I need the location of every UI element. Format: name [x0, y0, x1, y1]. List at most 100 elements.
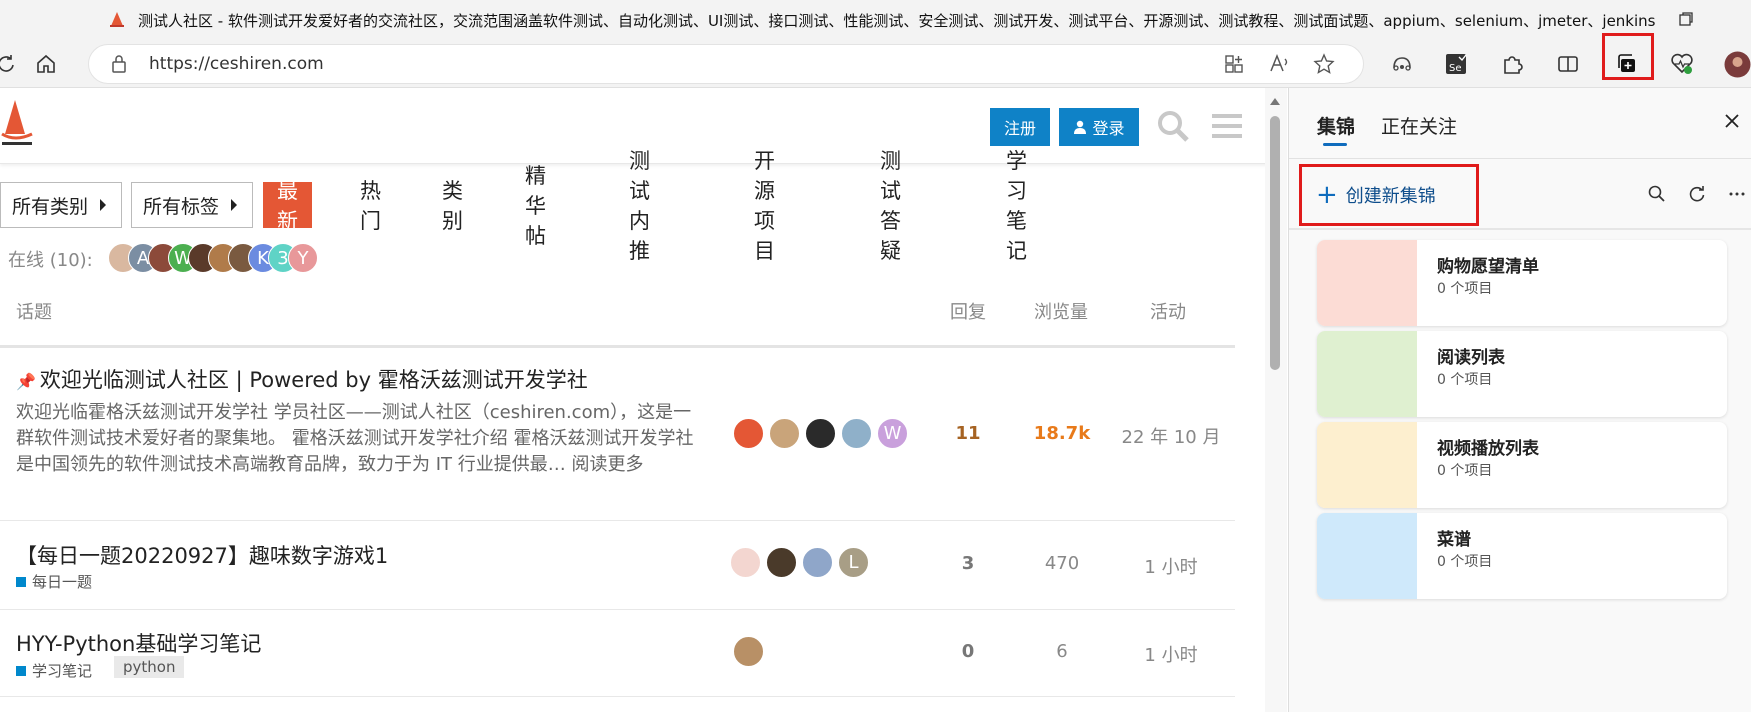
all-tags-dropdown[interactable]: 所有标签: [131, 182, 253, 228]
topic-activity[interactable]: 1 小时: [1116, 641, 1226, 667]
poster-avatar[interactable]: [766, 547, 797, 578]
category-label[interactable]: 每日一题: [32, 571, 92, 592]
topic-category[interactable]: 每日一题: [16, 571, 92, 592]
tab-collections[interactable]: 集锦: [1317, 112, 1355, 139]
window-titlebar: 测试人社区 - 软件测试开发爱好者的交流社区，交流范围涵盖软件测试、自动化测试、…: [0, 0, 1751, 40]
topic-replies[interactable]: 3: [938, 553, 998, 574]
extensions-puzzle-icon[interactable]: [1500, 52, 1524, 76]
restore-window-icon[interactable]: [1677, 10, 1695, 28]
topic-title[interactable]: HYY-Python基础学习笔记: [16, 628, 261, 658]
category-label[interactable]: 学习笔记: [32, 660, 92, 681]
topic-tag[interactable]: python: [114, 656, 185, 678]
avatar[interactable]: Y: [288, 243, 318, 273]
scroll-up-arrow-icon[interactable]: [1270, 98, 1280, 105]
panel-divider: [1289, 228, 1751, 230]
topic-excerpt[interactable]: 欢迎光临霍格沃兹测试开发学社 学员社区——测试人社区（ceshiren.com）…: [16, 400, 696, 478]
register-button[interactable]: 注册: [990, 108, 1050, 146]
create-collection-button[interactable]: + 创建新集锦: [1299, 164, 1479, 226]
tab-latest[interactable]: 最新: [263, 179, 312, 233]
poster-avatar[interactable]: L: [838, 547, 869, 578]
hamburger-menu-icon[interactable]: [1212, 112, 1242, 140]
pin-icon: 📌: [16, 372, 36, 391]
more-options-icon[interactable]: [1727, 184, 1747, 204]
topic-posters: W: [733, 418, 908, 449]
tab-qa[interactable]: 测试答疑: [880, 149, 901, 263]
topic-activity[interactable]: 1 小时: [1116, 553, 1226, 579]
create-collection-label: 创建新集锦: [1345, 186, 1436, 207]
browser-toolbar: https://ceshiren.com Se: [0, 40, 1751, 88]
caret-right-icon: [231, 199, 238, 211]
topic-title[interactable]: 📌 欢迎光临测试人社区 | Powered by 霍格沃兹测试开发学社: [16, 364, 588, 394]
tab-job-referrals[interactable]: 测试内推: [629, 149, 650, 263]
topic-replies[interactable]: 11: [938, 423, 998, 444]
site-favicon-icon: [110, 12, 124, 27]
tab-open-source[interactable]: 开源项目: [754, 149, 775, 263]
home-icon[interactable]: [34, 52, 58, 76]
collection-item-count: 0 个项目: [1437, 554, 1493, 570]
topic-replies[interactable]: 0: [938, 641, 998, 662]
topic-activity[interactable]: 22 年 10 月: [1116, 423, 1226, 449]
collection-title: 视频播放列表: [1437, 439, 1539, 459]
lock-icon[interactable]: [111, 54, 127, 74]
poster-avatar[interactable]: [802, 547, 833, 578]
address-bar[interactable]: https://ceshiren.com: [88, 44, 1364, 84]
collection-item-count: 0 个项目: [1437, 372, 1493, 388]
url-text[interactable]: https://ceshiren.com: [149, 54, 324, 74]
poster-avatar[interactable]: [769, 418, 800, 449]
topic-views: 470: [1044, 553, 1080, 574]
tab-featured[interactable]: 精华帖: [525, 164, 546, 248]
collections-highlight-box: [1602, 33, 1654, 80]
caret-right-icon: [100, 199, 107, 211]
svg-text:Se: Se: [1449, 63, 1462, 74]
column-topic[interactable]: 话题: [16, 298, 52, 324]
app-available-icon[interactable]: [1223, 53, 1245, 75]
refresh-icon[interactable]: [0, 52, 18, 76]
collection-card-recipes[interactable]: 菜谱 0 个项目: [1317, 513, 1727, 599]
topic-title-text[interactable]: 欢迎光临测试人社区 | Powered by 霍格沃兹测试开发学社: [40, 368, 588, 392]
column-views[interactable]: 浏览量: [1034, 298, 1088, 324]
tab-following[interactable]: 正在关注: [1381, 112, 1457, 139]
performance-icon[interactable]: [1390, 52, 1414, 76]
all-tags-label: 所有标签: [143, 195, 220, 218]
collection-thumbnail: [1317, 513, 1417, 599]
column-activity[interactable]: 活动: [1150, 298, 1186, 324]
tab-study-notes[interactable]: 学习笔记: [1006, 149, 1027, 263]
scrollbar-thumb[interactable]: [1270, 116, 1280, 370]
poster-avatar[interactable]: [805, 418, 836, 449]
online-users-label: 在线 (10):: [8, 250, 93, 271]
login-button[interactable]: 登录: [1059, 108, 1139, 146]
all-categories-label: 所有类别: [12, 195, 89, 218]
collection-card-shopping[interactable]: 购物愿望清单 0 个项目: [1317, 240, 1727, 326]
profile-avatar[interactable]: [1724, 51, 1751, 77]
topic-category[interactable]: 学习笔记: [16, 660, 92, 681]
user-icon: [1074, 120, 1087, 134]
split-screen-icon[interactable]: [1556, 52, 1580, 76]
search-icon[interactable]: [1157, 110, 1189, 142]
row-divider: [0, 609, 1235, 610]
all-categories-dropdown[interactable]: 所有类别: [0, 182, 122, 228]
favorite-star-icon[interactable]: [1313, 53, 1335, 75]
collection-title: 购物愿望清单: [1437, 257, 1539, 277]
close-icon[interactable]: [1723, 112, 1741, 130]
browser-essentials-icon[interactable]: [1670, 52, 1694, 76]
panel-divider: [1289, 158, 1751, 159]
collection-item-count: 0 个项目: [1437, 463, 1493, 479]
tab-categories[interactable]: 类别: [442, 179, 463, 233]
collection-card-video[interactable]: 视频播放列表 0 个项目: [1317, 422, 1727, 508]
poster-avatar[interactable]: [733, 636, 764, 667]
column-replies[interactable]: 回复: [950, 298, 986, 324]
collection-card-reading[interactable]: 阅读列表 0 个项目: [1317, 331, 1727, 417]
poster-avatar[interactable]: [841, 418, 872, 449]
topic-views: 18.7k: [1033, 423, 1091, 444]
online-users-avatars: AWK3Y: [108, 243, 318, 273]
read-aloud-icon[interactable]: [1269, 53, 1291, 75]
refresh-icon[interactable]: [1687, 184, 1707, 204]
site-logo[interactable]: [0, 98, 36, 152]
search-icon[interactable]: [1647, 184, 1667, 204]
poster-avatar[interactable]: W: [877, 418, 908, 449]
poster-avatar[interactable]: [733, 418, 764, 449]
tab-hot[interactable]: 热门: [360, 179, 381, 233]
poster-avatar[interactable]: [730, 547, 761, 578]
selenium-extension-icon[interactable]: Se: [1444, 52, 1468, 76]
topic-title[interactable]: 【每日一题20220927】趣味数字游戏1: [16, 540, 388, 570]
